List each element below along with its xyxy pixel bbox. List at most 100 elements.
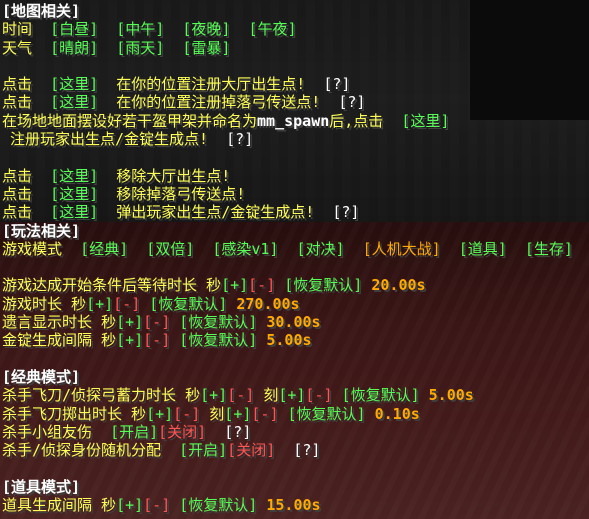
mode-line: 游戏模式 [经典] [双倍] [感染v1] [对决] [人机大战] [道具] [… [2, 240, 588, 258]
unit-label: 刻 [263, 386, 279, 405]
reset-button[interactable]: [恢复默认] [179, 331, 257, 349]
armor-stand-text: 在场地地面摆设好若干盔甲架并命名为 [2, 111, 258, 130]
classic-section-header: [经典模式] [2, 367, 81, 386]
reset-button[interactable]: [恢复默认] [288, 405, 366, 423]
mode-label: 游戏模式 [2, 239, 63, 258]
mode-infection-button[interactable]: [感染v1] [212, 240, 278, 258]
armor-stand-cont-line: 注册玩家出生点/金锭生成点! [?] [2, 130, 588, 148]
mode-classic-button[interactable]: [经典] [80, 240, 128, 258]
map-section-header: [地图相关] [2, 2, 81, 20]
increase-button[interactable]: [+] [221, 276, 248, 294]
mode-duel-button[interactable]: [对决] [297, 240, 345, 258]
eject-line: 点击 [这里] 弹出玩家出生点/金锭生成点! [?] [2, 203, 588, 221]
setting-label: 杀手小组友伤 [2, 422, 93, 441]
remove-bow-button[interactable]: [这里] [50, 185, 98, 203]
unit-label: 秒 [131, 404, 147, 423]
setting-label: 道具生成间隔 [2, 496, 93, 515]
increase-seconds-button[interactable]: [+] [146, 405, 173, 423]
register-lobby-line: 点击 [这里] 在你的位置注册大厅出生点! [?] [2, 75, 588, 93]
mode-survival-button[interactable]: [生存] [525, 240, 573, 258]
time-night-button[interactable]: [夜晚] [182, 20, 230, 38]
help-button[interactable]: [?] [224, 423, 251, 441]
setting-value: 5.00s [428, 386, 474, 405]
increase-button[interactable]: [+] [116, 313, 143, 331]
reset-button[interactable]: [恢复默认] [149, 295, 227, 313]
register-lobby-button[interactable]: [这里] [50, 75, 98, 93]
reset-button[interactable]: [恢复默认] [342, 386, 420, 404]
mode-double-button[interactable]: [双倍] [146, 240, 194, 258]
decrease-button[interactable]: [-] [113, 295, 140, 313]
decrease-seconds-button[interactable]: [-] [227, 386, 254, 404]
decrease-seconds-button[interactable]: [-] [173, 405, 200, 423]
remove-bow-line: 点击 [这里] 移除掉落弓传送点! [2, 185, 588, 203]
time-midnight-button[interactable]: [午夜] [248, 20, 296, 38]
help-button[interactable]: [?] [293, 441, 320, 459]
reset-button[interactable]: [恢复默认] [179, 313, 257, 331]
decrease-button[interactable]: [-] [143, 496, 170, 514]
decrease-button[interactable]: [-] [143, 313, 170, 331]
weather-line: 天气 [晴朗] [雨天] [雷暴] [2, 39, 588, 57]
eject-help[interactable]: [?] [332, 203, 359, 221]
time-noon-button[interactable]: [中午] [116, 20, 164, 38]
enable-button[interactable]: [开启] [179, 441, 227, 459]
armor-stand-line: 在场地地面摆设好若干盔甲架并命名为mm_spawn后,点击 [这里] [2, 112, 588, 130]
disable-button[interactable]: [关闭] [227, 441, 275, 459]
friendly-fire-row: 杀手小组友伤 [开启][关闭] [?] [2, 423, 588, 441]
decrease-button[interactable]: [-] [143, 331, 170, 349]
eject-button[interactable]: [这里] [50, 203, 98, 221]
register-spawn-help[interactable]: [?] [226, 130, 253, 148]
items-header-line: [道具模式] [2, 478, 588, 496]
items-interval-row: 道具生成间隔 秒[+][-] [恢复默认] 15.00s [2, 496, 588, 514]
decrease-ticks-button[interactable]: [-] [305, 386, 332, 404]
decrease-button[interactable]: [-] [248, 276, 275, 294]
setting-label: 游戏时长 [2, 294, 63, 313]
register-bow-help[interactable]: [?] [338, 93, 365, 111]
role-random-row: 杀手/侦探身份随机分配 [开启][关闭] [?] [2, 441, 588, 459]
eject-text: 弹出玩家出生点/金锭生成点! [116, 203, 315, 222]
unit-label: 秒 [101, 496, 117, 515]
enable-button[interactable]: [开启] [110, 423, 158, 441]
setting-value: 5.00s [266, 331, 312, 350]
remove-lobby-line: 点击 [这里] 移除大厅出生点! [2, 167, 588, 185]
armor-stand-post: 后,点击 [329, 111, 384, 130]
weather-rain-button[interactable]: [雨天] [116, 39, 164, 57]
increase-ticks-button[interactable]: [+] [278, 386, 305, 404]
decrease-ticks-button[interactable]: [-] [251, 405, 278, 423]
click-text: 点击 [2, 75, 33, 94]
chat-panel: [地图相关] 时间 [白昼] [中午] [夜晚] [午夜] 天气 [晴朗] [雨… [2, 2, 588, 514]
mode-bot-button[interactable]: [人机大战] [363, 240, 441, 258]
disable-button[interactable]: [关闭] [158, 423, 206, 441]
increase-button[interactable]: [+] [116, 496, 143, 514]
setting-value: 30.00s [266, 313, 321, 332]
register-bow-text: 在你的位置注册掉落弓传送点! [116, 93, 321, 112]
time-label: 时间 [2, 20, 33, 39]
remove-lobby-button[interactable]: [这里] [50, 167, 98, 185]
remove-bow-text: 移除掉落弓传送点! [116, 184, 246, 203]
setting-value: 0.10s [374, 404, 420, 423]
increase-button[interactable]: [+] [86, 295, 113, 313]
setting-row: 游戏达成开始条件后等待时长 秒[+][-] [恢复默认] 20.00s [2, 276, 588, 294]
reset-button[interactable]: [恢复默认] [179, 496, 257, 514]
register-bow-button[interactable]: [这里] [50, 93, 98, 111]
weather-label: 天气 [2, 38, 33, 57]
time-day-button[interactable]: [白昼] [50, 20, 98, 38]
register-spawn-button[interactable]: [这里] [401, 112, 449, 130]
increase-ticks-button[interactable]: [+] [224, 405, 251, 423]
setting-label: 金锭生成间隔 [2, 331, 93, 350]
game-section-header: [玩法相关] [2, 221, 81, 240]
unit-label: 秒 [101, 331, 117, 350]
remove-lobby-text: 移除大厅出生点! [116, 166, 231, 185]
increase-seconds-button[interactable]: [+] [200, 386, 227, 404]
setting-row: 游戏时长 秒[+][-] [恢复默认] 270.00s [2, 295, 588, 313]
register-lobby-help[interactable]: [?] [323, 75, 350, 93]
weather-clear-button[interactable]: [晴朗] [50, 39, 98, 57]
weather-thunder-button[interactable]: [雷暴] [182, 39, 230, 57]
click-text: 点击 [2, 166, 33, 185]
setting-label: 游戏达成开始条件后等待时长 [2, 276, 198, 295]
increase-button[interactable]: [+] [116, 331, 143, 349]
mode-items-button[interactable]: [道具] [459, 240, 507, 258]
reset-button[interactable]: [恢复默认] [284, 276, 362, 294]
knife-out-row: 杀手飞刀掷出时长 秒[+][-] 刻[+][-] [恢复默认] 0.10s [2, 405, 588, 423]
